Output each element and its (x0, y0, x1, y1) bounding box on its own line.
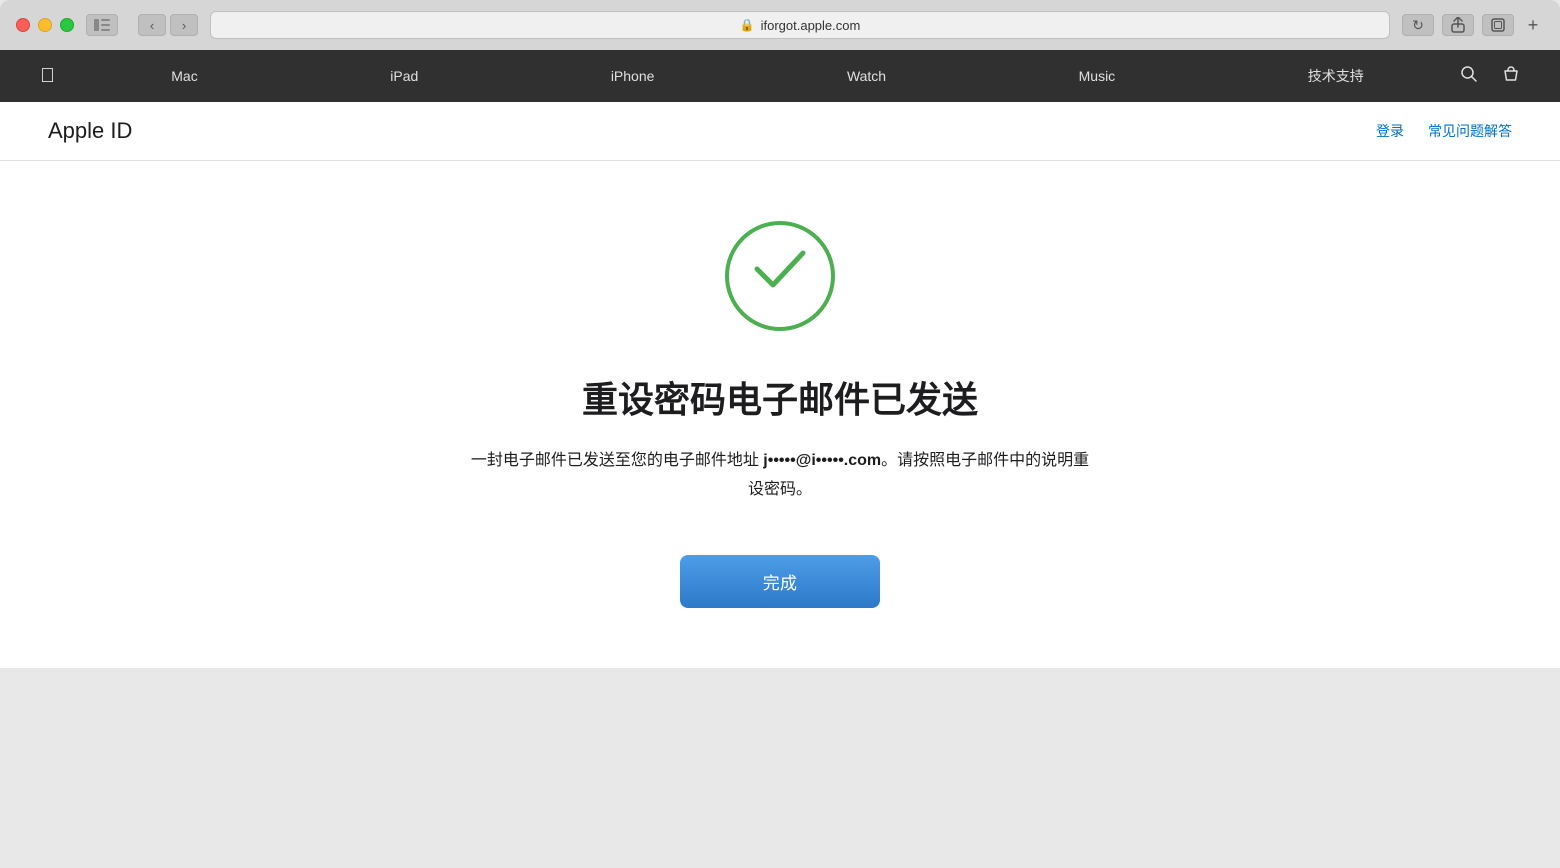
login-link[interactable]: 登录 (1376, 121, 1404, 141)
new-tab-button[interactable]: + (1522, 14, 1544, 36)
apple-logo[interactable]:  (40, 65, 55, 88)
nav-actions (1460, 65, 1520, 88)
success-icon-circle (725, 221, 835, 331)
minimize-button[interactable] (38, 18, 52, 32)
main-content: 重设密码电子邮件已发送 一封电子邮件已发送至您的电子邮件地址 j•••••@i•… (0, 161, 1560, 668)
forward-button[interactable]: › (170, 14, 198, 36)
page-header: Apple ID 登录 常见问题解答 (0, 102, 1560, 161)
nav-item-support[interactable]: 技术支持 (1298, 66, 1374, 86)
reload-button[interactable]: ↻ (1402, 14, 1434, 36)
browser-chrome: ‹ › 🔒 iforgot.apple.com ↻ + (0, 0, 1560, 668)
email-address: j•••••@i•••••.com (763, 452, 881, 469)
nav-item-music[interactable]: Music (1069, 68, 1126, 84)
success-title: 重设密码电子邮件已发送 (582, 371, 978, 423)
nav-item-mac[interactable]: Mac (161, 68, 207, 84)
title-bar: ‹ › 🔒 iforgot.apple.com ↻ + (0, 0, 1560, 50)
faq-link[interactable]: 常见问题解答 (1428, 121, 1512, 141)
traffic-lights (16, 18, 74, 32)
nav-item-watch[interactable]: Watch (837, 68, 896, 84)
apple-navbar:  Mac iPad iPhone Watch Music 技术支持 (0, 50, 1560, 102)
checkmark-icon (753, 248, 807, 300)
sidebar-toggle-button[interactable] (86, 14, 118, 36)
tab-overview-button[interactable] (1482, 14, 1514, 36)
page-title: Apple ID (48, 118, 132, 144)
nav-items-list: Mac iPad iPhone Watch Music 技术支持 (75, 66, 1460, 86)
done-button[interactable]: 完成 (680, 555, 880, 608)
address-bar[interactable]: 🔒 iforgot.apple.com (210, 11, 1390, 39)
toolbar-right: ↻ + (1402, 14, 1544, 36)
success-description: 一封电子邮件已发送至您的电子邮件地址 j•••••@i•••••.com。请按照… (470, 447, 1090, 505)
share-button[interactable] (1442, 14, 1474, 36)
lock-icon: 🔒 (740, 18, 755, 32)
description-before: 一封电子邮件已发送至您的电子邮件地址 (471, 452, 763, 469)
search-icon[interactable] (1460, 65, 1478, 88)
header-links: 登录 常见问题解答 (1376, 121, 1512, 141)
nav-item-iphone[interactable]: iPhone (601, 68, 665, 84)
browser-content:  Mac iPad iPhone Watch Music 技术支持 (0, 50, 1560, 668)
bag-icon[interactable] (1502, 65, 1520, 88)
maximize-button[interactable] (60, 18, 74, 32)
close-button[interactable] (16, 18, 30, 32)
url-text: iforgot.apple.com (761, 18, 861, 33)
nav-buttons: ‹ › (138, 14, 198, 36)
nav-item-ipad[interactable]: iPad (380, 68, 428, 84)
back-button[interactable]: ‹ (138, 14, 166, 36)
